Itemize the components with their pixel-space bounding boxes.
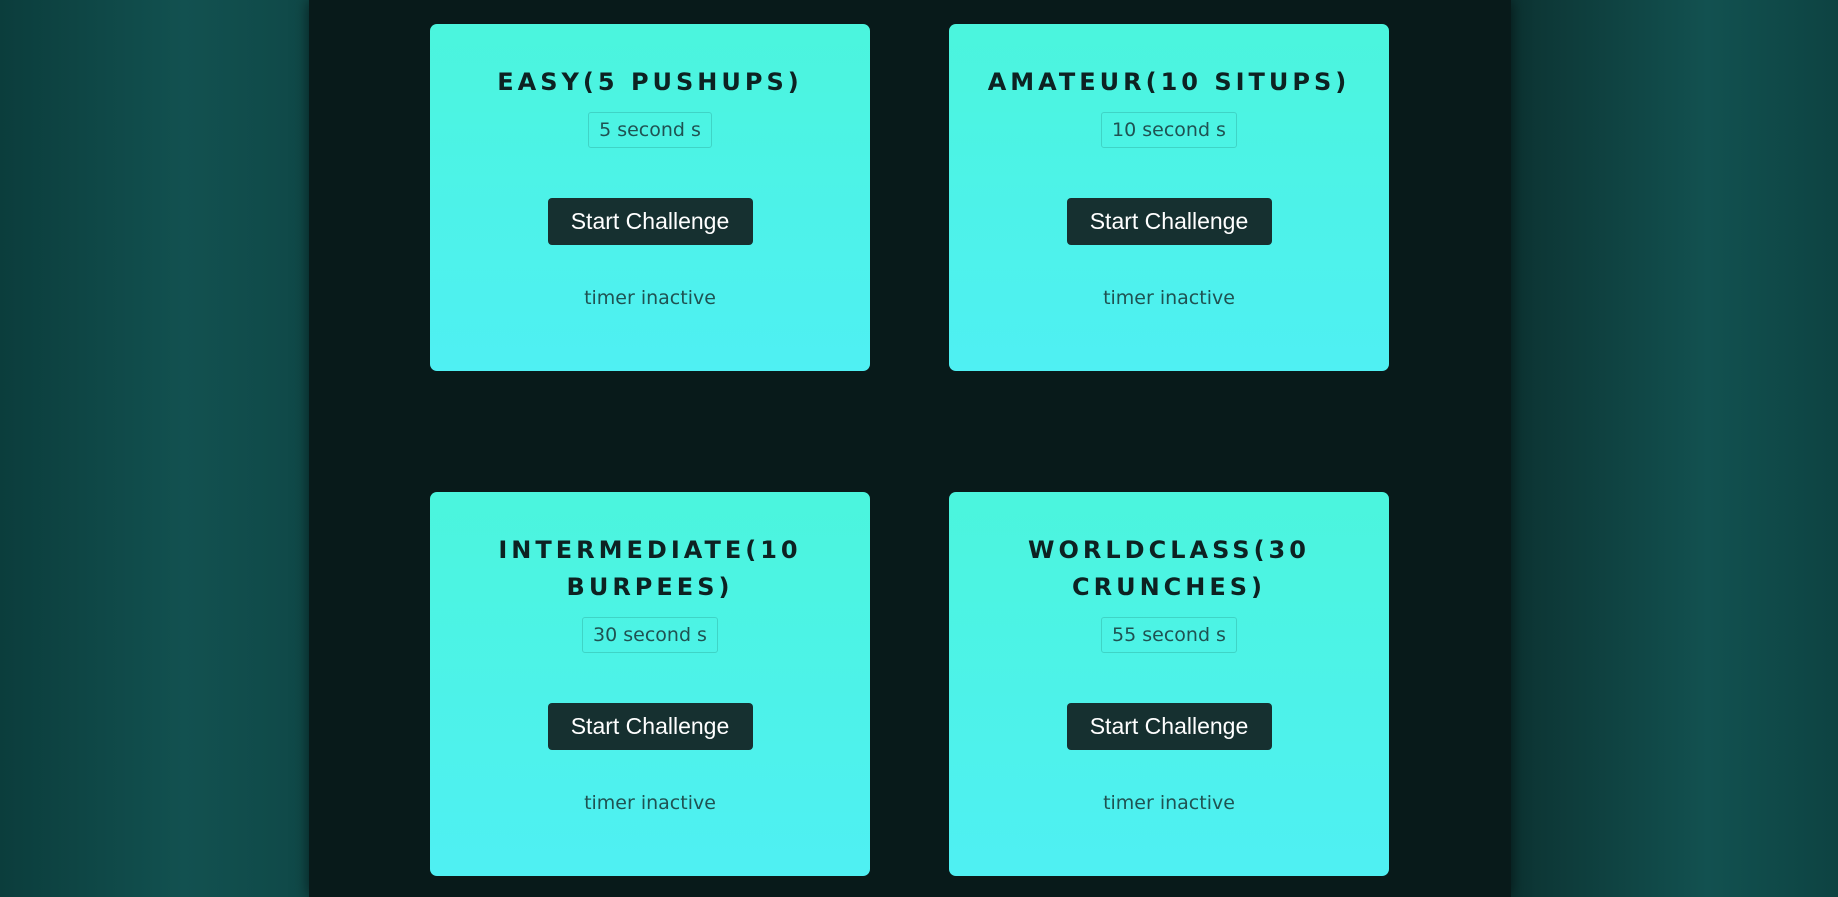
challenge-title: INTERMEDIATE(10 BURPEES) xyxy=(498,536,802,601)
challenge-card-worldclass: WORLDCLASS(30 CRUNCHES) 55 second s Star… xyxy=(949,492,1389,876)
timer-status: timer inactive xyxy=(584,287,716,309)
challenge-title: AMATEUR(10 SITUPS) xyxy=(987,68,1351,96)
challenge-card-amateur: AMATEUR(10 SITUPS) 10 second s Start Cha… xyxy=(949,24,1389,371)
timer-status: timer inactive xyxy=(1103,287,1235,309)
challenge-title: WORLDCLASS(30 CRUNCHES) xyxy=(1028,536,1310,601)
challenge-title: EASY(5 PUSHUPS) xyxy=(497,68,803,96)
background-right xyxy=(1511,0,1838,897)
start-challenge-button[interactable]: Start Challenge xyxy=(1066,703,1272,750)
start-challenge-button[interactable]: Start Challenge xyxy=(547,703,753,750)
duration-badge: 5 second s xyxy=(588,112,712,148)
duration-badge: 55 second s xyxy=(1101,617,1237,653)
start-challenge-button[interactable]: Start Challenge xyxy=(547,198,753,245)
duration-badge: 10 second s xyxy=(1101,112,1237,148)
start-challenge-button[interactable]: Start Challenge xyxy=(1066,198,1272,245)
timer-status: timer inactive xyxy=(584,792,716,814)
challenge-card-intermediate: INTERMEDIATE(10 BURPEES) 30 second s Sta… xyxy=(430,492,870,876)
challenge-card-easy: EASY(5 PUSHUPS) 5 second s Start Challen… xyxy=(430,24,870,371)
duration-badge: 30 second s xyxy=(582,617,718,653)
timer-status: timer inactive xyxy=(1103,792,1235,814)
